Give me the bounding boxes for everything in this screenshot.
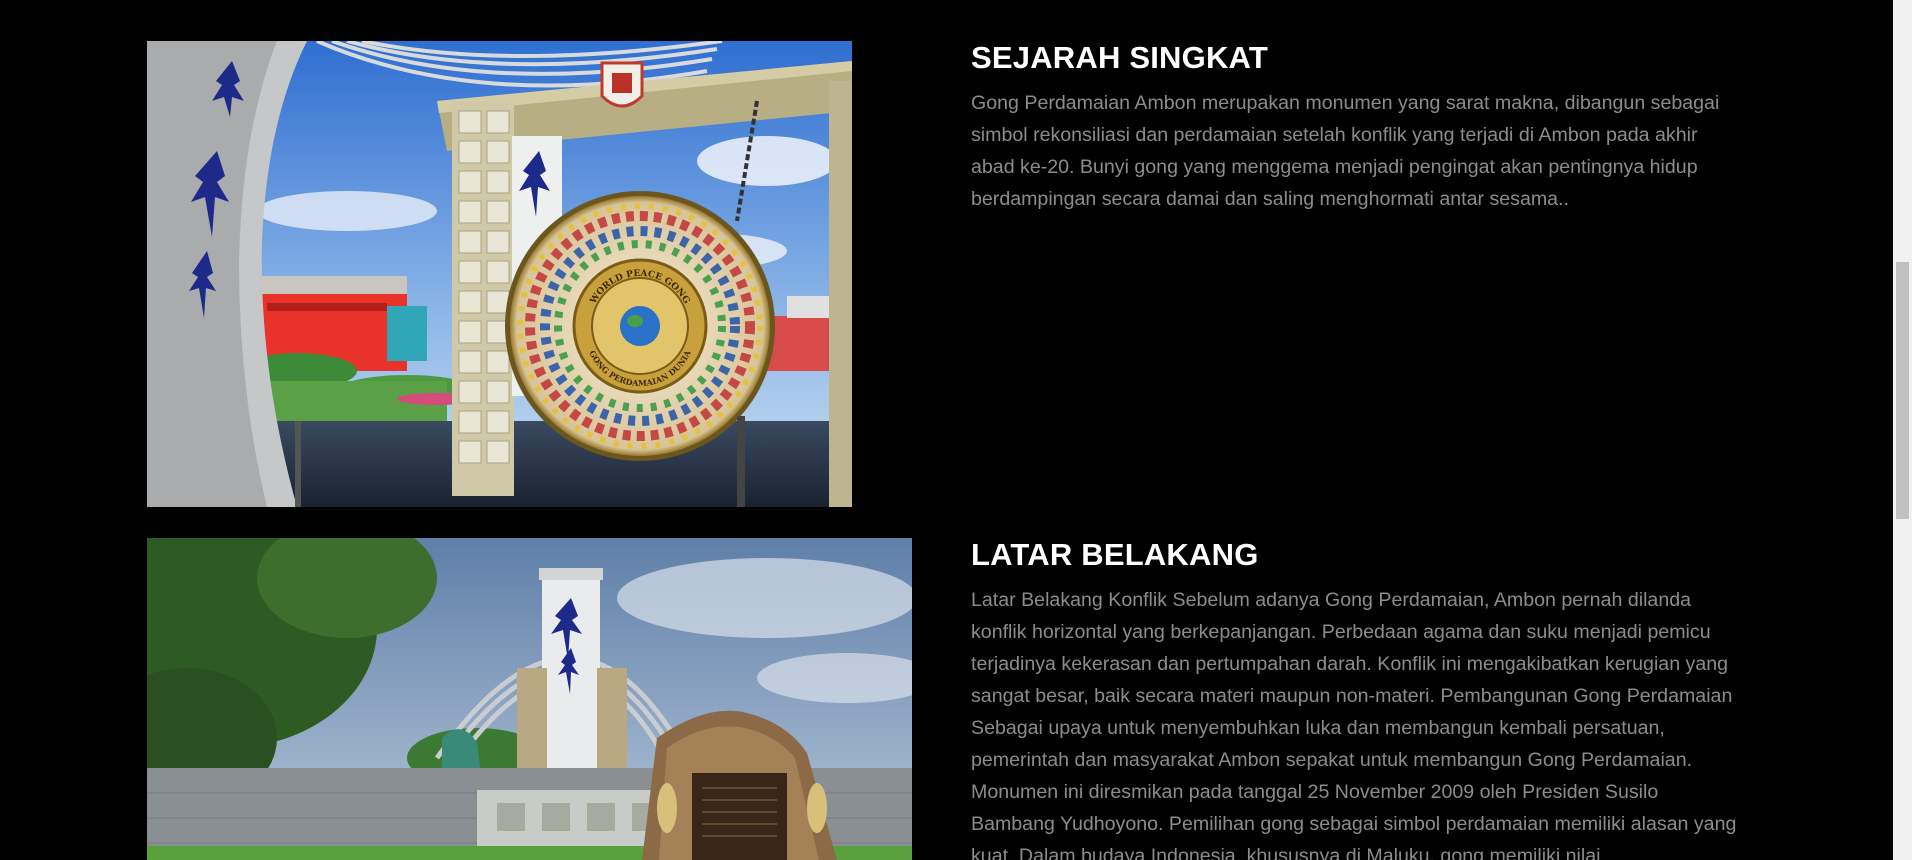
scrollbar-thumb[interactable] [1896,262,1909,519]
vertical-scrollbar[interactable] [1893,0,1912,860]
page: WORLD PEACE GONG GONG PERDAMAIAN DUNIA S… [0,0,1893,860]
section-latar-belakang: LATAR BELAKANG Latar Belakang Konflik Se… [0,0,1893,860]
gong-monument-photo [147,538,912,860]
section-body-latar-belakang: Latar Belakang Konflik Sebelum adanya Go… [971,589,1737,860]
section-title-latar-belakang: LATAR BELAKANG [971,537,1259,572]
